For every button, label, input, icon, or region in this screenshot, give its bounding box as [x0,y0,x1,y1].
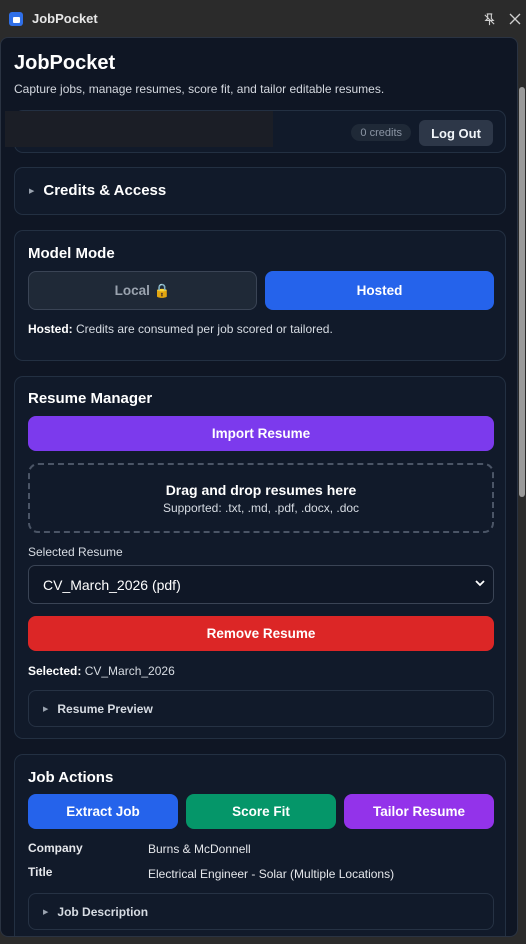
selected-resume-label: Selected Resume [28,545,123,559]
chevron-down-icon [475,580,485,587]
app-icon [9,11,23,26]
resume-preview-label: Resume Preview [57,701,153,716]
title-value: Electrical Engineer - Solar (Multiple Lo… [148,867,395,881]
model-mode-note: Hosted: Credits are consumed per job sco… [28,322,333,336]
import-resume-button[interactable]: Import Resume [28,416,494,451]
credits-access-summary[interactable]: ▶ Credits & Access [29,182,166,199]
dropzone-supported-formats: Supported: .txt, .md, .pdf, .docx, .doc [162,501,360,515]
job-description-label: Job Description [57,904,149,919]
resume-manager-card: Resume Manager Import Resume Drag and dr… [14,376,506,739]
scrollbar-track[interactable] [518,37,526,937]
hosted-mode-button[interactable]: Hosted [265,271,494,310]
resume-select-value: CV_March_2026 (pdf) [43,576,181,593]
account-info-redacted [5,111,273,147]
disclosure-triangle-icon: ▶ [29,187,35,195]
model-mode-card: Model Mode Local 🔒 Hosted Hosted: Credit… [14,230,506,361]
credits-access-card[interactable]: ▶ Credits & Access [14,167,506,215]
job-description-toggle[interactable]: ▶ Job Description [28,893,494,930]
logout-button[interactable]: Log Out [419,120,493,146]
job-actions-heading: Job Actions [28,769,114,786]
tailor-resume-button[interactable]: Tailor Resume [344,794,494,829]
account-card: 0 credits Log Out [5,110,506,153]
resume-dropzone[interactable]: Drag and drop resumes here Supported: .t… [28,463,494,533]
page-subtitle: Capture jobs, manage resumes, score fit,… [14,82,385,96]
selected-resume-note: Selected: CV_March_2026 [28,664,175,678]
local-mode-button[interactable]: Local 🔒 [28,271,257,310]
credits-access-label: Credits & Access [43,182,167,199]
scrollbar-thumb[interactable] [519,87,525,497]
title-label: Title [28,865,53,879]
close-icon[interactable] [504,8,526,30]
window-title: JobPocket [32,11,98,26]
resume-select[interactable]: CV_March_2026 (pdf) [28,565,494,604]
extract-job-button[interactable]: Extract Job [28,794,178,829]
disclosure-triangle-icon: ▶ [43,908,49,916]
credits-badge: 0 credits [351,124,411,141]
page-title: JobPocket [14,52,116,74]
extension-panel: JobPocket Capture jobs, manage resumes, … [0,37,518,937]
resume-manager-heading: Resume Manager [28,390,153,407]
model-mode-heading: Model Mode [28,245,115,262]
remove-resume-button[interactable]: Remove Resume [28,616,494,651]
disclosure-triangle-icon: ▶ [43,705,49,713]
unpin-icon[interactable] [478,8,500,30]
resume-preview-toggle[interactable]: ▶ Resume Preview [28,690,494,727]
company-label: Company [28,841,83,855]
dropzone-title: Drag and drop resumes here [165,482,357,498]
window-titlebar: JobPocket [0,0,526,37]
job-actions-card: Job Actions Extract Job Score Fit Tailor… [14,754,506,936]
company-value: Burns & McDonnell [148,842,251,856]
score-fit-button[interactable]: Score Fit [186,794,336,829]
